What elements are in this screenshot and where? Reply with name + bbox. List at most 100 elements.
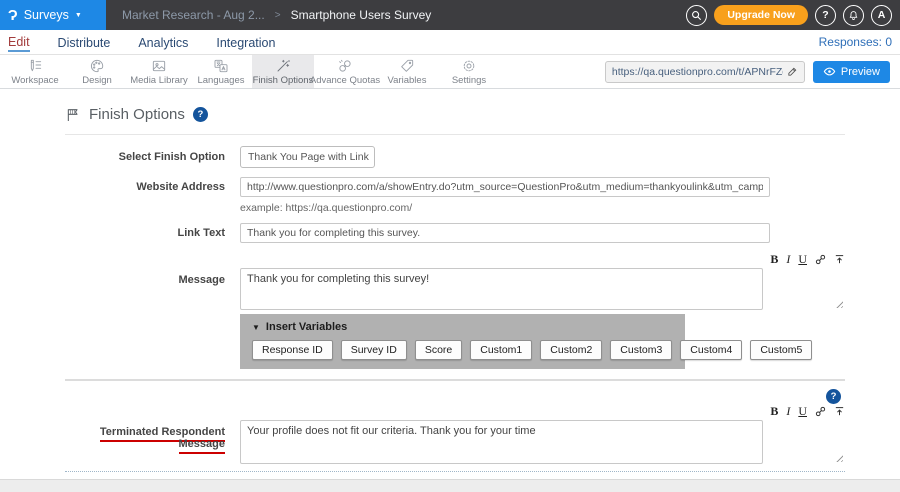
toolbar-item-label: Settings [452,75,486,86]
resize-handle[interactable] [834,299,843,308]
variable-button-custom1[interactable]: Custom1 [470,340,532,360]
variable-button-response-id[interactable]: Response ID [252,340,333,360]
message-textarea[interactable]: Thank you for completing this survey! [240,268,763,310]
resize-handle[interactable] [834,453,843,462]
insert-link-button[interactable] [815,406,826,417]
tag-icon [399,58,415,74]
upload-image-icon [834,254,845,265]
toolbar-item-settings[interactable]: Settings [438,55,500,88]
breadcrumb-survey-name[interactable]: Smartphone Users Survey [291,8,432,22]
toolbar-item-variables[interactable]: Variables [376,55,438,88]
chain-links-icon [337,58,353,74]
insert-link-button[interactable] [815,254,826,265]
variable-button-score[interactable]: Score [415,340,462,360]
select-finish-option-label: Select Finish Option [65,151,240,163]
tab-edit[interactable]: Edit [8,33,30,52]
product-switcher[interactable]: Ɂ Surveys ▼ [0,0,106,30]
notifications-button[interactable] [843,5,864,26]
toolbar-item-media-library[interactable]: Media Library [128,55,190,88]
tab-distribute[interactable]: Distribute [58,34,111,51]
link-text-label: Link Text [65,227,240,239]
link-icon [815,254,826,265]
workspace-icon [27,58,43,74]
toolbar-item-workspace[interactable]: Workspace [4,55,66,88]
gear-icon [461,58,477,74]
tab-integration[interactable]: Integration [216,34,275,51]
message-row: Message B I U Thank you for [65,252,845,369]
survey-nav-row: Edit Distribute Analytics Integration Re… [0,30,900,55]
survey-nav-tabs: Edit Distribute Analytics Integration [8,33,275,52]
upgrade-now-button[interactable]: Upgrade Now [714,5,808,25]
link-text-row: Link Text [65,223,845,243]
toolbar-right-group: https://qa.questionpro.com/t/APNrFZgQ Pr… [605,55,896,88]
breadcrumb-separator: > [275,10,281,21]
breadcrumb: Market Research - Aug 2... > Smartphone … [106,8,686,22]
upload-image-icon [834,406,845,417]
toolbar-item-label: Variables [388,75,427,86]
breadcrumb-folder[interactable]: Market Research - Aug 2... [122,8,265,22]
terminated-help-icon[interactable]: ? [826,389,841,404]
website-address-label: Website Address [65,177,240,193]
finish-flag-icon [65,107,81,123]
variable-button-survey-id[interactable]: Survey ID [341,340,407,360]
translate-icon [213,58,229,74]
preview-button[interactable]: Preview [813,61,890,83]
toolbar-item-finish-options[interactable]: Finish Options [252,55,314,88]
product-switcher-label: Surveys [24,8,69,22]
insert-variables-buttons: Response ID Survey ID Score Custom1 Cust… [252,340,673,360]
help-button[interactable]: ? [815,5,836,26]
variable-button-custom5[interactable]: Custom5 [750,340,812,360]
question-mark-icon: ? [822,10,828,21]
link-text-input[interactable] [240,223,770,243]
variable-button-custom3[interactable]: Custom3 [610,340,672,360]
finish-options-help-icon[interactable]: ? [193,107,208,122]
avatar-initial: A [878,10,886,21]
underline-button[interactable]: U [798,253,807,265]
magic-wand-icon [275,58,291,74]
underline-button[interactable]: U [798,405,807,417]
footer-strip [0,479,900,492]
insert-variables-toggle[interactable]: ▼ Insert Variables [252,321,673,333]
edit-toolbar: Workspace Design Media Library Languages… [0,55,900,89]
website-address-row: Website Address example: https://qa.ques… [65,177,845,214]
page-title: Finish Options [89,106,185,123]
toolbar-item-advance-quotas[interactable]: Advance Quotas [314,55,376,88]
toolbar-item-languages[interactable]: Languages [190,55,252,88]
search-icon [691,10,702,21]
toolbar-item-label: Finish Options [253,75,314,86]
questionpro-logo-icon: Ɂ [8,8,18,23]
caret-down-icon: ▼ [75,12,82,19]
insert-image-button[interactable] [834,406,845,417]
finish-option-selected-value: Thank You Page with Link [248,151,369,163]
palette-icon [89,58,105,74]
website-address-example: example: https://qa.questionpro.com/ [240,202,845,214]
finish-option-select[interactable]: Thank You Page with Link [240,146,375,168]
insert-image-button[interactable] [834,254,845,265]
responses-count[interactable]: Responses: 0 [819,35,892,49]
survey-url-value: https://qa.questionpro.com/t/APNrFZgQ [612,66,783,78]
terminated-help-row: ? [65,381,845,404]
toolbar-item-label: Media Library [130,75,188,86]
terminated-message-textarea[interactable]: Your profile does not fit our criteria. … [240,420,763,464]
finish-options-panel: Finish Options ? Select Finish Option Th… [0,89,900,479]
survey-url-field[interactable]: https://qa.questionpro.com/t/APNrFZgQ [605,61,805,83]
select-finish-option-row: Select Finish Option Thank You Page with… [65,146,845,168]
image-icon [151,58,167,74]
tab-analytics[interactable]: Analytics [138,34,188,51]
variable-button-custom4[interactable]: Custom4 [680,340,742,360]
preview-button-label: Preview [841,66,880,78]
bold-button[interactable]: B [770,253,778,265]
website-address-input[interactable] [240,177,770,197]
terminated-message-label-text: Terminated Respondent Message [100,426,225,454]
save-row: Save Changes [65,471,845,479]
italic-button[interactable]: I [786,253,790,265]
italic-button[interactable]: I [786,405,790,417]
search-button[interactable] [686,5,707,26]
edit-url-button[interactable] [787,66,798,77]
variable-button-custom2[interactable]: Custom2 [540,340,602,360]
insert-variables-panel: ▼ Insert Variables Response ID Survey ID… [240,314,685,369]
toolbar-item-design[interactable]: Design [66,55,128,88]
avatar-button[interactable]: A [871,5,892,26]
toolbar-item-label: Design [82,75,112,86]
bold-button[interactable]: B [770,405,778,417]
